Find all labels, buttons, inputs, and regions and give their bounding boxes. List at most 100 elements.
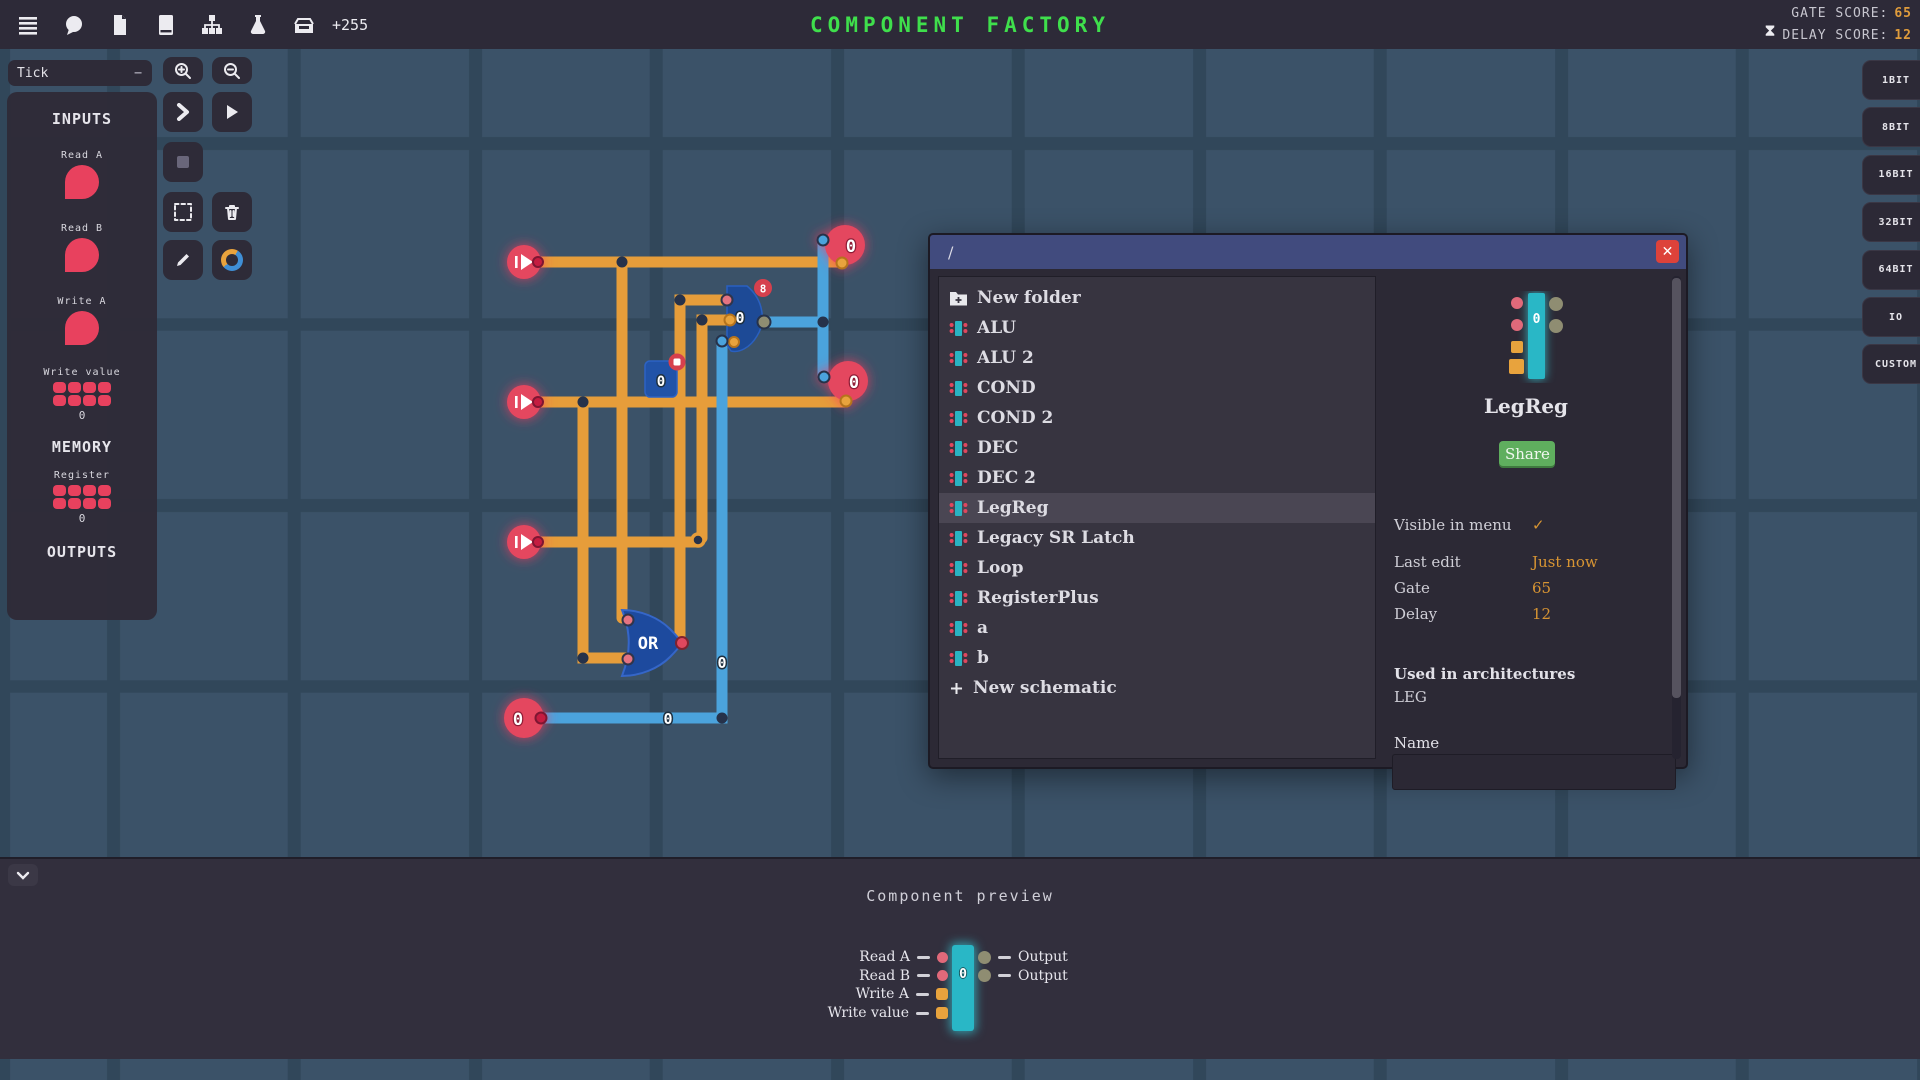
io-panel: INPUTS Read A Read B Write A Write value… — [7, 92, 157, 620]
schematic-row[interactable]: DEC 2 — [939, 463, 1375, 493]
pin-square — [936, 1007, 948, 1020]
input-node-read-a[interactable] — [507, 245, 544, 279]
new-schematic-row[interactable]: New schematic — [939, 673, 1375, 703]
schematic-row[interactable]: ALU — [939, 313, 1375, 343]
pin-output — [978, 969, 991, 983]
pin-circle — [937, 951, 948, 963]
input-node-read-b[interactable] — [507, 385, 544, 419]
play-button[interactable] — [212, 92, 252, 132]
delay-score-label: DELAY SCORE: — [1782, 27, 1889, 43]
tab-custom[interactable]: CUSTOM — [1862, 344, 1920, 385]
visible-in-menu-label: Visible in menu — [1394, 516, 1512, 534]
preview-pin-row: Write A — [856, 986, 948, 1002]
delay-score-value: 12 — [1894, 27, 1912, 43]
schematic-row[interactable]: Legacy SR Latch — [939, 523, 1375, 553]
pin-label: Read B — [859, 967, 910, 984]
step-button[interactable] — [163, 92, 203, 132]
row-label: a — [977, 618, 989, 638]
svg-text:0: 0 — [849, 373, 859, 393]
svg-text:8: 8 — [760, 283, 767, 296]
preview-chip-value: 0 — [959, 967, 967, 982]
dialog-scrollbar[interactable] — [1672, 276, 1681, 759]
dialog-scrollbar-thumb[interactable] — [1672, 278, 1681, 698]
pin-square — [936, 988, 948, 1001]
zoom-in-button[interactable] — [163, 57, 203, 84]
tab-16bit[interactable]: 16BIT — [1862, 154, 1920, 195]
last-edit-value: Just now — [1532, 553, 1598, 571]
row-label: DEC 2 — [977, 468, 1036, 488]
schematic-row[interactable]: COND 2 — [939, 403, 1375, 433]
preview-pin-row: Read B — [859, 968, 948, 984]
tick-decrement-button[interactable]: − — [134, 66, 152, 81]
input-read-b[interactable] — [65, 238, 99, 272]
memory-register[interactable] — [7, 485, 157, 509]
svg-text:OR: OR — [638, 634, 659, 654]
output-node-bottom[interactable]: 0 — [504, 698, 548, 738]
latch-gate[interactable]: 0 8 — [720, 279, 773, 353]
row-label: Loop — [977, 558, 1024, 578]
pin-wire — [916, 992, 929, 996]
visible-in-menu-checkbox[interactable]: ✓ — [1532, 516, 1654, 534]
schematic-row[interactable]: DEC — [939, 433, 1375, 463]
pin-output — [978, 950, 991, 964]
component-preview-panel: Component preview 0 Read A Read B Write A W… — [0, 857, 1920, 1059]
stop-button[interactable] — [163, 142, 203, 182]
close-icon[interactable]: ✕ — [1656, 240, 1679, 263]
new-folder-row[interactable]: New folder — [939, 283, 1375, 313]
color-wheel-icon — [221, 249, 243, 271]
hourglass-icon — [1764, 24, 1776, 46]
input-label: Write A — [57, 296, 107, 307]
dialog-path: / — [948, 242, 954, 262]
dialog-titlebar[interactable]: / ✕ — [930, 235, 1686, 269]
row-label: ALU 2 — [977, 348, 1034, 368]
tab-io[interactable]: IO — [1862, 297, 1920, 337]
preview-title: Component preview — [866, 887, 1054, 905]
tab-32bit[interactable]: 32BIT — [1862, 202, 1920, 243]
latch-input-pin — [728, 336, 740, 348]
schematic-row[interactable]: ALU 2 — [939, 343, 1375, 373]
input-write-a[interactable] — [65, 311, 99, 345]
schematic-row[interactable]: LegReg — [939, 493, 1375, 523]
latch-input-pin — [720, 293, 734, 307]
outputs-header: OUTPUTS — [46, 543, 118, 561]
name-input[interactable] — [1392, 754, 1676, 790]
open-junction — [690, 532, 706, 548]
color-wheel-button[interactable] — [212, 240, 252, 280]
collapse-panel-button[interactable] — [8, 864, 38, 886]
or-output-pin — [675, 636, 689, 650]
tab-1bit[interactable]: 1BIT — [1862, 60, 1920, 100]
pin-wire — [917, 974, 930, 978]
gate-value: 65 — [1532, 579, 1552, 597]
row-label: COND 2 — [977, 408, 1054, 428]
input-node-write[interactable] — [507, 525, 544, 559]
tab-8bit[interactable]: 8BIT — [1862, 107, 1920, 148]
schematic-row[interactable]: b — [939, 643, 1375, 673]
share-button[interactable]: Share — [1499, 441, 1555, 466]
gate-score-label: GATE SCORE: — [1791, 6, 1889, 21]
input-write-value[interactable] — [7, 382, 157, 406]
svg-text:0: 0 — [846, 237, 856, 257]
schematic-row[interactable]: RegisterPlus — [939, 583, 1375, 613]
component-preview-icon: 0 — [1509, 293, 1563, 379]
preview-pin-row: Write value — [828, 1005, 948, 1021]
tick-field[interactable]: Tick − — [8, 60, 152, 86]
zoom-out-button[interactable] — [212, 57, 252, 84]
edit-button[interactable] — [163, 240, 203, 280]
name-label: Name — [1394, 734, 1440, 752]
input-label: Write value — [43, 367, 121, 378]
register-readout: 0 — [78, 512, 86, 525]
delete-button[interactable] — [212, 192, 252, 232]
schematic-row[interactable]: COND — [939, 373, 1375, 403]
input-label: Read A — [60, 150, 104, 161]
tab-64bit[interactable]: 64BIT — [1862, 249, 1920, 290]
row-label: ALU — [977, 318, 1017, 338]
app-screen: 0 0 8 OR 0 0 0 0 0 +255 COMPONENT FACTOR… — [0, 0, 1920, 1080]
row-label: LegReg — [977, 498, 1049, 518]
select-button[interactable] — [163, 192, 203, 232]
schematic-row[interactable]: Loop — [939, 553, 1375, 583]
input-read-a[interactable] — [65, 165, 99, 199]
svg-text:0: 0 — [657, 374, 665, 390]
schematic-row[interactable]: a — [939, 613, 1375, 643]
row-label: New schematic — [973, 678, 1117, 698]
gate-score-value: 65 — [1894, 6, 1912, 21]
